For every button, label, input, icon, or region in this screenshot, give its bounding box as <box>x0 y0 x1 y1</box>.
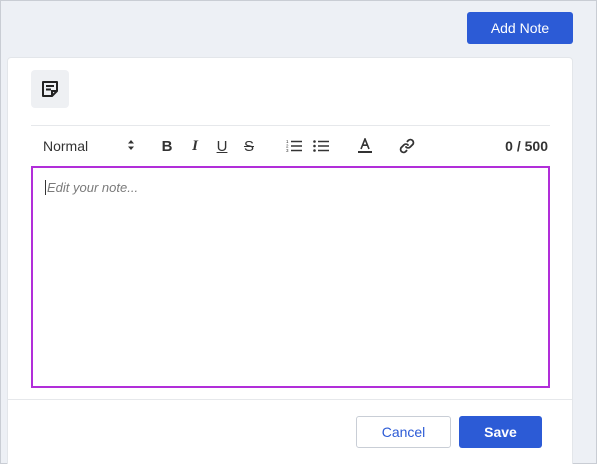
text-color-icon[interactable] <box>356 130 374 162</box>
ordered-list-icon[interactable]: 1 2 3 <box>285 130 303 162</box>
note-card: Normal B I U S 1 2 3 0 / 500 Edit your n… <box>7 57 573 464</box>
cancel-button[interactable]: Cancel <box>356 416 451 448</box>
add-note-button[interactable]: Add Note <box>467 12 573 44</box>
underline-button[interactable]: U <box>214 130 230 162</box>
bullet-list-icon[interactable] <box>312 130 330 162</box>
format-select[interactable]: Normal <box>43 130 135 162</box>
strikethrough-button[interactable]: S <box>241 130 257 162</box>
editor-placeholder: Edit your note... <box>45 180 139 195</box>
bold-button[interactable]: B <box>159 130 175 162</box>
toolbar-divider <box>31 125 550 126</box>
note-editor[interactable]: Edit your note... <box>31 166 550 388</box>
editor-toolbar: Normal B I U S 1 2 3 0 / 500 <box>31 130 550 162</box>
up-down-chevron-icon <box>127 138 135 154</box>
italic-button[interactable]: I <box>187 130 203 162</box>
character-count: 0 / 500 <box>505 138 548 154</box>
svg-text:3: 3 <box>286 148 289 153</box>
link-icon[interactable] <box>398 130 416 162</box>
footer-divider <box>8 399 572 400</box>
sticky-note-icon <box>31 70 69 108</box>
save-button[interactable]: Save <box>459 416 542 448</box>
format-select-value: Normal <box>43 138 89 154</box>
